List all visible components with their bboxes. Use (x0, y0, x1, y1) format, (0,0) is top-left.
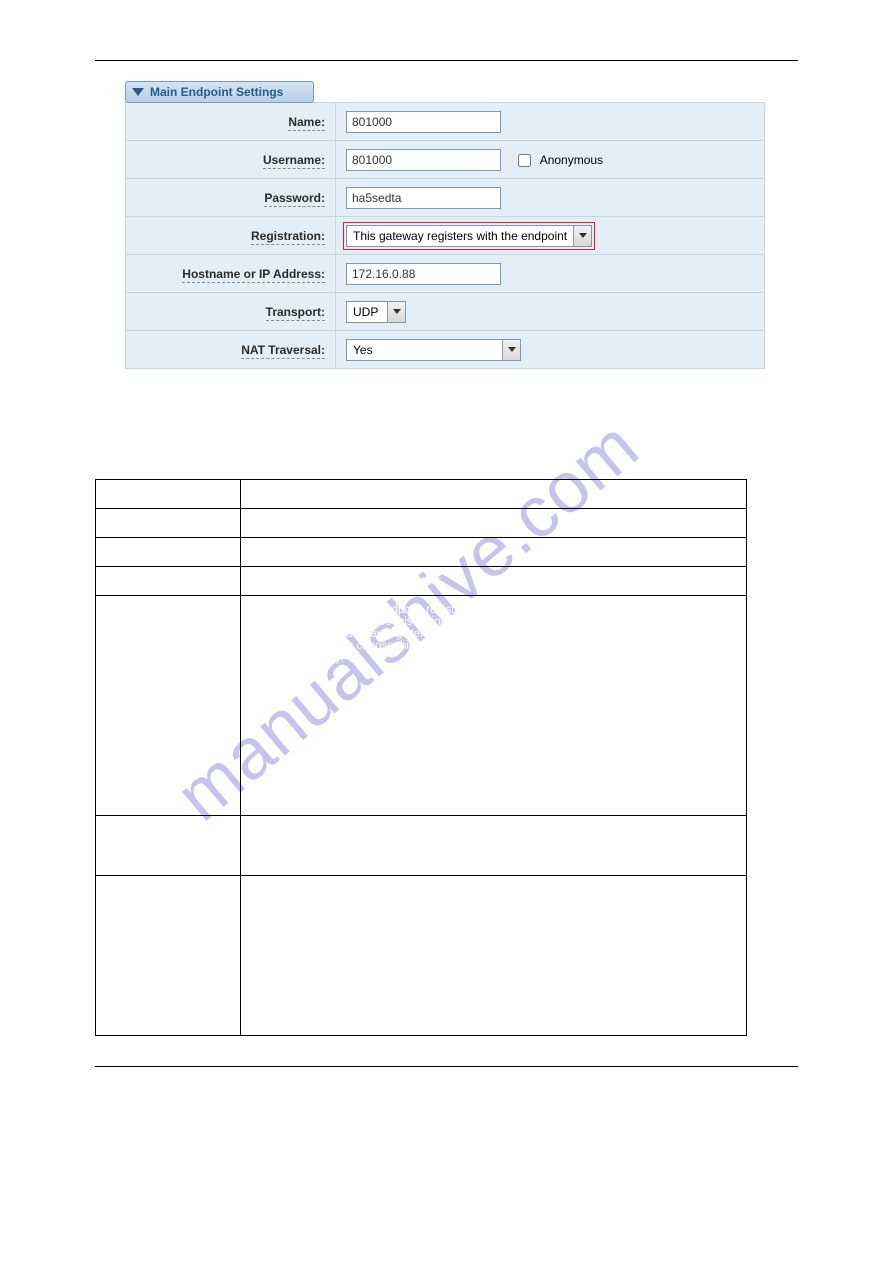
password-label: Password: (264, 191, 325, 207)
def-definition: Definition (241, 480, 747, 509)
row-password: Password: (126, 179, 765, 217)
def-definition: This sets the possible transport types f… (241, 876, 747, 1036)
dropdown-icon (502, 340, 520, 360)
settings-table: Name: Username: Anonymous Password: (125, 102, 765, 369)
anonymous-checkbox[interactable] (518, 154, 531, 167)
name-input[interactable] (346, 111, 501, 133)
table-row: PasswordRegister password in your SIP se… (96, 567, 747, 596)
row-hostname: Hostname or IP Address: (126, 255, 765, 293)
table-row: User NameRegister name in your SIP serve… (96, 538, 747, 567)
def-definition: Endpoint's name. (241, 509, 747, 538)
def-option: Transport (96, 876, 241, 1036)
chevron-down-icon (132, 88, 144, 96)
username-input[interactable] (346, 149, 501, 171)
nat-select[interactable]: Yes (346, 339, 521, 361)
row-nat: NAT Traversal: Yes (126, 331, 765, 369)
section-header[interactable]: Main Endpoint Settings (125, 81, 314, 103)
section-header-label: Main Endpoint Settings (150, 85, 283, 99)
name-label: Name: (288, 115, 325, 131)
dropdown-icon (387, 302, 405, 322)
def-definition: Register name in your SIP server. (241, 538, 747, 567)
definitions-table: OptionsDefinition NameEndpoint's name. U… (95, 479, 747, 1036)
def-option: Registration (96, 596, 241, 816)
row-username: Username: Anonymous (126, 141, 765, 179)
def-option: User Name (96, 538, 241, 567)
hostname-label: Hostname or IP Address: (182, 267, 325, 283)
def-definition: None --- Not registering; Endpoint regis… (241, 596, 747, 816)
anonymous-label: Anonymous (540, 153, 603, 167)
hostname-input[interactable] (346, 263, 501, 285)
dropdown-icon (573, 226, 591, 246)
page-top-divider (95, 60, 798, 61)
figure-caption: Figure 3-4-2 Main Endpoint Settings (95, 409, 798, 426)
table-row: RegistrationNone --- Not registering; En… (96, 596, 747, 816)
row-name: Name: (126, 103, 765, 141)
def-definition: IP address or hostname of the endpoint o… (241, 816, 747, 876)
settings-screenshot: Main Endpoint Settings Name: Username: A… (125, 81, 798, 369)
password-input[interactable] (346, 187, 501, 209)
def-option: Name (96, 509, 241, 538)
username-label: Username: (263, 153, 325, 169)
def-option: Options (96, 480, 241, 509)
transport-label: Transport: (266, 305, 325, 321)
registration-select-value: This gateway registers with the endpoint (347, 229, 573, 243)
row-transport: Transport: UDP (126, 293, 765, 331)
def-option: Password (96, 567, 241, 596)
nat-label: NAT Traversal: (241, 343, 325, 359)
transport-select-value: UDP (347, 305, 387, 319)
table-row: TransportThis sets the possible transpor… (96, 876, 747, 1036)
def-definition: Register password in your SIP server. (241, 567, 747, 596)
table-row: Hostname or IP AddressIP address or host… (96, 816, 747, 876)
page-bottom-divider (95, 1066, 798, 1067)
def-option: Hostname or IP Address (96, 816, 241, 876)
nat-select-value: Yes (347, 343, 502, 357)
table-title: Table 3-4-1 Definition of Routing Genera… (95, 456, 798, 473)
table-row: OptionsDefinition (96, 480, 747, 509)
transport-select[interactable]: UDP (346, 301, 406, 323)
table-row: NameEndpoint's name. (96, 509, 747, 538)
registration-label: Registration: (251, 229, 325, 245)
registration-select[interactable]: This gateway registers with the endpoint (346, 225, 592, 247)
row-registration: Registration: This gateway registers wit… (126, 217, 765, 255)
